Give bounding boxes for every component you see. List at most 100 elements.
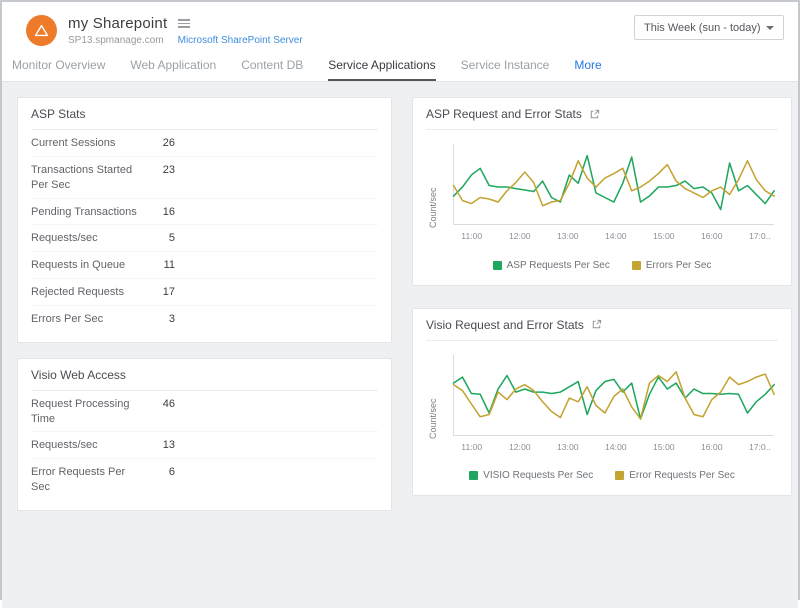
visio-line-chart: 11:00 12:00 13:00 14:00 15:00 16:00 17:0.. xyxy=(442,351,778,459)
stat-label: Current Sessions xyxy=(31,136,147,151)
legend-swatch xyxy=(615,471,624,480)
tab-item[interactable]: More xyxy=(574,52,601,81)
tab-item[interactable]: Service Instance xyxy=(461,52,550,81)
stat-label: Pending Transactions xyxy=(31,205,147,220)
svg-text:13:00: 13:00 xyxy=(557,441,579,451)
svg-text:15:00: 15:00 xyxy=(653,231,675,241)
svg-text:14:00: 14:00 xyxy=(605,231,627,241)
stat-value: 5 xyxy=(147,231,175,246)
stat-label: Requests/sec xyxy=(31,231,147,246)
asp-chart-panel: ASP Request and Error Stats Count/sec 11… xyxy=(412,97,792,286)
legend-label: Error Requests Per Sec xyxy=(629,470,735,481)
svg-text:12:00: 12:00 xyxy=(509,231,531,241)
legend-swatch xyxy=(469,471,478,480)
stat-row: Pending Transactions 16 xyxy=(31,198,378,225)
stat-value: 17 xyxy=(147,285,175,300)
asp-chart-legend: ASP Requests Per Sec Errors Per Sec xyxy=(426,260,778,271)
y-axis-label: Count/sec xyxy=(428,398,438,439)
monitor-status-icon xyxy=(26,15,57,46)
stat-row: Requests in Queue 11 xyxy=(31,251,378,278)
open-in-new-window-icon[interactable] xyxy=(591,319,602,330)
stat-value: 16 xyxy=(147,205,175,220)
tab-label: Web Application xyxy=(130,58,216,72)
legend-swatch xyxy=(493,261,502,270)
panel-title: Visio Request and Error Stats xyxy=(426,318,584,332)
visio-stats-rows: Request Processing Time 46 Requests/sec … xyxy=(31,391,378,500)
legend-label: VISIO Requests Per Sec xyxy=(483,470,593,481)
stat-label: Request Processing Time xyxy=(31,397,147,427)
open-in-new-window-icon[interactable] xyxy=(589,109,600,120)
main-content: ASP Stats Current Sessions 26 Transactio… xyxy=(2,82,798,608)
stat-row: Errors Per Sec 3 xyxy=(31,305,378,332)
warning-triangle-icon xyxy=(34,24,49,37)
stat-value: 3 xyxy=(147,312,175,327)
hamburger-menu-icon[interactable] xyxy=(176,17,192,30)
svg-text:13:00: 13:00 xyxy=(557,231,579,241)
monitor-host: SP13.spmanage.com xyxy=(68,35,164,46)
tab-item[interactable]: Service Applications xyxy=(328,52,435,81)
title-block: my Sharepoint SP13.spmanage.com Microsof… xyxy=(68,15,303,46)
header: my Sharepoint SP13.spmanage.com Microsof… xyxy=(2,2,798,50)
server-type-link[interactable]: Microsoft SharePoint Server xyxy=(178,35,303,46)
stat-label: Error Requests Per Sec xyxy=(31,465,147,495)
y-axis-label: Count/sec xyxy=(428,187,438,228)
legend-item: Errors Per Sec xyxy=(632,260,712,271)
stat-value: 6 xyxy=(147,465,175,495)
dashboard-window: { "header": { "title": "my Sharepoint", … xyxy=(0,0,800,600)
stat-value: 26 xyxy=(147,136,175,151)
tab-label: Service Instance xyxy=(461,58,550,72)
chevron-down-icon xyxy=(766,26,774,30)
stat-row: Requests/sec 5 xyxy=(31,224,378,251)
stat-label: Errors Per Sec xyxy=(31,312,147,327)
stat-label: Transactions Started Per Sec xyxy=(31,163,147,193)
tab-label: Content DB xyxy=(241,58,303,72)
tab-item[interactable]: Web Application xyxy=(130,52,216,81)
svg-text:16:00: 16:00 xyxy=(701,441,723,451)
stat-row: Error Requests Per Sec 6 xyxy=(31,458,378,500)
svg-text:17:0..: 17:0.. xyxy=(749,441,771,451)
tab-item[interactable]: Content DB xyxy=(241,52,303,81)
svg-text:17:0..: 17:0.. xyxy=(749,231,771,241)
svg-text:16:00: 16:00 xyxy=(701,231,723,241)
stat-row: Current Sessions 26 xyxy=(31,130,378,156)
legend-item: Error Requests Per Sec xyxy=(615,470,735,481)
left-column: ASP Stats Current Sessions 26 Transactio… xyxy=(17,97,392,511)
right-column: ASP Request and Error Stats Count/sec 11… xyxy=(412,97,792,496)
panel-title: ASP Request and Error Stats xyxy=(426,107,582,121)
asp-line-chart: 11:00 12:00 13:00 14:00 15:00 16:00 17:0.. xyxy=(442,140,778,248)
stat-value: 11 xyxy=(147,258,175,273)
legend-swatch xyxy=(632,261,641,270)
svg-text:12:00: 12:00 xyxy=(509,441,531,451)
legend-item: ASP Requests Per Sec xyxy=(493,260,610,271)
visio-chart-legend: VISIO Requests Per Sec Error Requests Per… xyxy=(426,470,778,481)
stat-label: Rejected Requests xyxy=(31,285,147,300)
svg-text:15:00: 15:00 xyxy=(653,441,675,451)
stat-label: Requests in Queue xyxy=(31,258,147,273)
panel-title: Visio Web Access xyxy=(31,368,126,382)
stat-value: 23 xyxy=(147,163,175,193)
stat-value: 13 xyxy=(147,438,175,453)
svg-text:11:00: 11:00 xyxy=(461,231,482,241)
tab-item[interactable]: Monitor Overview xyxy=(12,52,105,81)
time-range-value: This Week (sun - today) xyxy=(644,22,761,34)
tab-label: More xyxy=(574,58,601,72)
time-range-dropdown[interactable]: This Week (sun - today) xyxy=(634,15,784,40)
tab-label: Monitor Overview xyxy=(12,58,105,72)
legend-label: ASP Requests Per Sec xyxy=(507,260,610,271)
svg-text:14:00: 14:00 xyxy=(605,441,627,451)
panel-title: ASP Stats xyxy=(31,107,85,121)
page-title: my Sharepoint xyxy=(68,15,167,32)
tab-label: Service Applications xyxy=(328,58,435,72)
visio-stats-panel: Visio Web Access Request Processing Time… xyxy=(17,358,392,511)
stat-row: Transactions Started Per Sec 23 xyxy=(31,156,378,198)
asp-chart-area: Count/sec 11:00 12:00 13:00 14:00 15:00 16:00… xyxy=(426,130,778,248)
legend-label: Errors Per Sec xyxy=(646,260,712,271)
stat-row: Request Processing Time 46 xyxy=(31,391,378,432)
svg-text:11:00: 11:00 xyxy=(461,441,482,451)
stat-value: 46 xyxy=(147,397,175,427)
stat-row: Requests/sec 13 xyxy=(31,431,378,458)
tab-bar: Monitor Overview Web Application Content… xyxy=(2,50,798,82)
stat-row: Rejected Requests 17 xyxy=(31,278,378,305)
visio-chart-area: Count/sec 11:00 12:00 13:00 14:00 15:00 16:00… xyxy=(426,341,778,459)
asp-stats-rows: Current Sessions 26 Transactions Started… xyxy=(31,130,378,332)
